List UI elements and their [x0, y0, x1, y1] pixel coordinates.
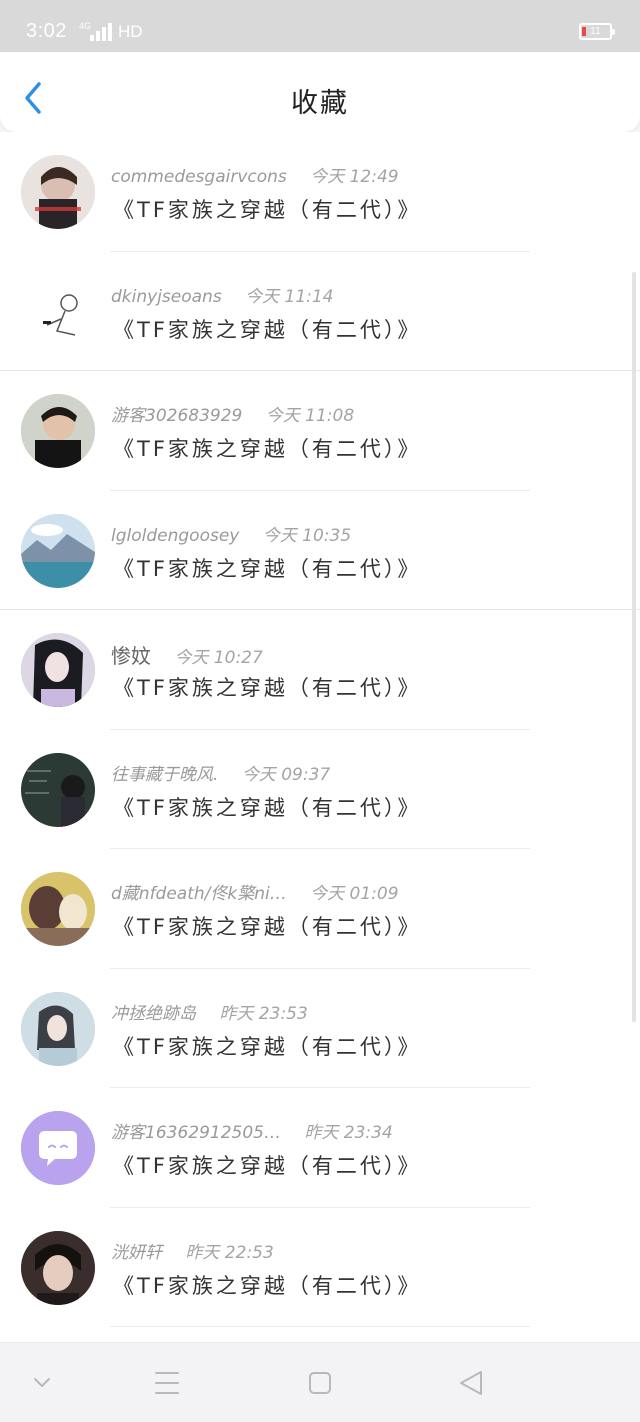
item-time: 今天 10:35	[262, 525, 352, 546]
menu-icon	[155, 1372, 179, 1394]
item-time: 今天 09:37	[241, 764, 331, 785]
chevron-down-icon	[34, 1378, 50, 1387]
item-name: 冲拯绝跡岛	[111, 1003, 196, 1024]
list-item[interactable]: 往事藏于晚风. 今天 09:37 《TF家族之穿越（有二代）》	[0, 730, 640, 850]
item-time: 昨天 22:53	[185, 1242, 274, 1263]
item-title: 《TF家族之穿越（有二代）》	[113, 1273, 422, 1298]
system-navigation-bar	[0, 1342, 640, 1422]
list-item[interactable]: dkinyjseoans 今天 11:14 《TF家族之穿越（有二代）》	[0, 252, 640, 372]
list-item[interactable]: 游客16362912505… 昨天 23:34 《TF家族之穿越（有二代）》	[0, 1088, 640, 1208]
avatar-lake-icon	[21, 513, 95, 588]
item-title: 《TF家族之穿越（有二代）》	[113, 915, 422, 939]
back-button[interactable]	[21, 80, 49, 116]
item-title: 《TF家族之穿越（有二代）》	[113, 1154, 422, 1178]
item-title: 《TF家族之穿越（有二代）》	[113, 317, 422, 342]
item-name: dkinyjseoans	[111, 286, 222, 307]
item-time: 昨天 23:53	[219, 1003, 308, 1024]
hd-indicator: HD	[118, 22, 143, 41]
avatar-photo-icon	[21, 991, 95, 1066]
favorites-list: commedesgairvcons 今天 12:49 《TF家族之穿越（有二代）…	[0, 132, 640, 1342]
triangle-back-icon	[460, 1371, 482, 1395]
item-name: 惨妏	[111, 644, 151, 668]
menu-button[interactable]	[149, 1367, 185, 1399]
avatar-photo-icon	[21, 872, 95, 946]
avatar-photo-icon	[21, 1230, 95, 1305]
item-title: 《TF家族之穿越（有二代）》	[113, 795, 422, 820]
item-time: 昨天 23:34	[304, 1123, 393, 1143]
list-item[interactable]: d藏nfdeath/佟k檠ni… 今天 01:09 《TF家族之穿越（有二代）》	[0, 849, 640, 969]
page-title: 收藏	[291, 88, 349, 119]
item-name: d藏nfdeath/佟k檠ni…	[111, 884, 287, 904]
home-button[interactable]	[302, 1367, 338, 1399]
item-time: 今天 10:27	[174, 648, 263, 668]
battery-level: 11	[590, 26, 601, 37]
avatar-photo-icon	[21, 155, 95, 229]
avatar-photo-icon	[21, 752, 95, 827]
item-name: 游客302683929	[111, 406, 243, 426]
list-item[interactable]: 冲拯绝跡岛 昨天 23:53 《TF家族之穿越（有二代）》	[0, 969, 640, 1089]
item-title: 《TF家族之穿越（有二代）》	[113, 676, 422, 700]
item-title: 《TF家族之穿越（有二代）》	[113, 1034, 422, 1059]
item-name: 游客16362912505…	[111, 1123, 281, 1143]
list-item[interactable]: commedesgairvcons 今天 12:49 《TF家族之穿越（有二代）…	[0, 132, 640, 252]
item-time: 今天 11:08	[265, 406, 355, 426]
nav-bar: 收藏	[0, 52, 640, 132]
back-nav-button[interactable]	[454, 1367, 490, 1399]
list-item[interactable]: 游客302683929 今天 11:08 《TF家族之穿越（有二代）》	[0, 371, 640, 491]
avatar-photo-icon	[21, 394, 95, 468]
signal-icon	[90, 23, 114, 41]
avatar-sketch-icon	[21, 274, 95, 349]
item-title: 《TF家族之穿越（有二代）》	[113, 198, 422, 222]
item-name: 洸妍轩	[111, 1242, 162, 1263]
item-title: 《TF家族之穿越（有二代）》	[113, 437, 422, 461]
item-name: commedesgairvcons	[111, 167, 287, 187]
item-time: 今天 12:49	[310, 167, 399, 187]
avatar-photo-icon	[21, 633, 95, 707]
battery-icon: 11	[579, 23, 615, 40]
item-name: 往事藏于晚风.	[111, 764, 219, 785]
item-time: 今天 01:09	[310, 884, 399, 904]
list-item[interactable]: 惨妏 今天 10:27 《TF家族之穿越（有二代）》	[0, 610, 640, 730]
hide-nav-button[interactable]	[24, 1367, 60, 1399]
status-bar: 3:02 4G HD 11	[0, 0, 640, 54]
list-item[interactable]: 洸妍轩 昨天 22:53 《TF家族之穿越（有二代）》	[0, 1208, 640, 1328]
chevron-left-icon	[25, 82, 41, 114]
list-item[interactable]: lgloldengoosey 今天 10:35 《TF家族之穿越（有二代）》	[0, 491, 640, 611]
item-title: 《TF家族之穿越（有二代）》	[113, 556, 422, 581]
square-icon	[309, 1372, 331, 1394]
item-name: lgloldengoosey	[111, 525, 240, 546]
item-time: 今天 11:14	[245, 286, 334, 307]
status-time: 3:02	[26, 20, 67, 42]
avatar-chat-icon	[21, 1111, 95, 1185]
scrollbar[interactable]	[632, 272, 636, 1022]
